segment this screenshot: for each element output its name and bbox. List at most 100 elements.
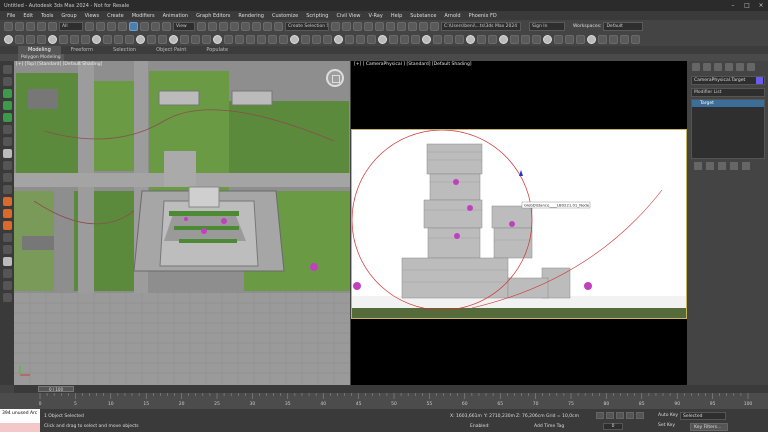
- maxscript-listener[interactable]: 394 unused Arc: [0, 409, 40, 432]
- render-setup-icon[interactable]: [408, 22, 417, 31]
- arnold-license-icon[interactable]: [587, 35, 596, 44]
- bind-spacewarp-icon[interactable]: [48, 22, 57, 31]
- place-icon[interactable]: [162, 22, 171, 31]
- extrude-icon[interactable]: [125, 35, 134, 44]
- create-tab-icon[interactable]: [692, 63, 700, 71]
- phoenix-mist-icon[interactable]: [455, 35, 464, 44]
- vray-clipper-icon[interactable]: [323, 35, 332, 44]
- menu-views[interactable]: Views: [81, 13, 103, 19]
- phoenix-liquid-icon[interactable]: [378, 35, 387, 44]
- polygon-modeling-label[interactable]: Polygon Modeling: [18, 54, 64, 61]
- menu-vray[interactable]: V-Ray: [365, 13, 387, 19]
- go-to-start-icon[interactable]: [596, 412, 604, 419]
- configure-sets-icon[interactable]: [742, 162, 750, 170]
- minimize-button[interactable]: –: [726, 2, 740, 9]
- vray-dome-icon[interactable]: [213, 35, 222, 44]
- redo-icon[interactable]: [15, 22, 24, 31]
- arnold-help-icon[interactable]: [598, 35, 607, 44]
- light-filter-icon[interactable]: [2, 113, 12, 122]
- menu-phoenix-fd[interactable]: Phoenix FD: [465, 13, 501, 19]
- tab-modeling[interactable]: Modeling: [18, 46, 61, 54]
- percent-snap-icon[interactable]: [252, 22, 261, 31]
- menu-group[interactable]: Group: [57, 13, 80, 19]
- material-editor-icon[interactable]: [397, 22, 406, 31]
- menu-civil-view[interactable]: Civil View: [332, 13, 364, 19]
- rect-selection-icon[interactable]: [107, 22, 116, 31]
- keyboard-shortcut-icon[interactable]: [219, 22, 228, 31]
- render-icon[interactable]: [430, 22, 439, 31]
- phoenix-splash-icon[interactable]: [444, 35, 453, 44]
- workspace-dropdown[interactable]: Default: [603, 22, 644, 31]
- viewcube-icon[interactable]: [326, 69, 344, 87]
- menu-customize[interactable]: Customize: [268, 13, 302, 19]
- spline-icon[interactable]: [114, 35, 123, 44]
- vray-toon-icon[interactable]: [290, 35, 299, 44]
- group-filter-icon[interactable]: [2, 161, 12, 170]
- arnold-denoise-icon[interactable]: [554, 35, 563, 44]
- arnold-volume-icon[interactable]: [521, 35, 530, 44]
- vray-sphere-icon[interactable]: [169, 35, 178, 44]
- add-time-tag-button[interactable]: Add Time Tag: [534, 424, 564, 429]
- named-selection-set-dropdown[interactable]: Create Selection Set: [285, 22, 329, 31]
- current-frame-field[interactable]: 0: [603, 423, 623, 430]
- layer-filter-icon[interactable]: [2, 233, 12, 242]
- stack-item-target[interactable]: Target: [692, 100, 764, 107]
- vray-plane-icon[interactable]: [202, 35, 211, 44]
- menu-arnold[interactable]: Arnold: [440, 13, 464, 19]
- sign-in-button[interactable]: Sign In: [529, 22, 565, 31]
- phoenix-particle-icon[interactable]: [422, 35, 431, 44]
- remove-modifier-icon[interactable]: [730, 162, 738, 170]
- selection-filter-dropdown[interactable]: All: [59, 22, 83, 31]
- vray-volume-icon[interactable]: [356, 35, 365, 44]
- vray-render-icon[interactable]: [257, 35, 266, 44]
- camera-viewport[interactable]: [+] [ CameraPhysical ] [Standard] [Defau…: [351, 61, 687, 385]
- move-icon[interactable]: [129, 22, 138, 31]
- window-crossing-icon[interactable]: [118, 22, 127, 31]
- project-path[interactable]: C:\Users\beni\...ts\3ds Max 2024: [441, 22, 521, 31]
- go-to-end-icon[interactable]: [636, 412, 644, 419]
- set-key-button[interactable]: Set Key: [658, 423, 675, 428]
- select-by-name-icon[interactable]: [96, 22, 105, 31]
- tab-selection[interactable]: Selection: [103, 46, 146, 54]
- torus-icon[interactable]: [59, 35, 68, 44]
- geometry-filter-icon[interactable]: [2, 89, 12, 98]
- camera-filter-icon[interactable]: [2, 125, 12, 134]
- maximize-button[interactable]: □: [740, 2, 754, 9]
- hierarchy-tab-icon[interactable]: [714, 63, 722, 71]
- extra-tool-icon[interactable]: [609, 35, 618, 44]
- arnold-light-icon[interactable]: [488, 35, 497, 44]
- top-viewport[interactable]: [+] [Top] [Standard] [Default Shading]: [14, 61, 350, 385]
- time-slider[interactable]: 0 / 100: [14, 385, 768, 393]
- spinner-snap-icon[interactable]: [263, 22, 272, 31]
- cylinder-icon[interactable]: [37, 35, 46, 44]
- shape-filter-icon[interactable]: [2, 101, 12, 110]
- vray-vfb-icon[interactable]: [268, 35, 277, 44]
- scale-icon[interactable]: [151, 22, 160, 31]
- teapot-icon[interactable]: [4, 35, 13, 44]
- show-end-result-icon[interactable]: [706, 162, 714, 170]
- frozen-filter-icon[interactable]: [2, 209, 12, 218]
- helper-filter-icon[interactable]: [2, 137, 12, 146]
- tab-populate[interactable]: Populate: [196, 46, 238, 54]
- rotate-icon[interactable]: [140, 22, 149, 31]
- vray-sun-icon[interactable]: [147, 35, 156, 44]
- pivot-icon[interactable]: [197, 22, 206, 31]
- arnold-sky-icon[interactable]: [499, 35, 508, 44]
- menu-rendering[interactable]: Rendering: [234, 13, 268, 19]
- vray-fur-icon[interactable]: [191, 35, 200, 44]
- plane-icon[interactable]: [70, 35, 79, 44]
- tab-freeform[interactable]: Freeform: [61, 46, 103, 54]
- vray-aerial-icon[interactable]: [334, 35, 343, 44]
- modify-tab-icon[interactable]: [703, 63, 711, 71]
- light-icon[interactable]: [92, 35, 101, 44]
- menu-edit[interactable]: Edit: [19, 13, 37, 19]
- menu-graph-editors[interactable]: Graph Editors: [192, 13, 234, 19]
- maxscript-error-line[interactable]: [0, 423, 40, 432]
- modifier-list-dropdown[interactable]: Modifier List: [691, 88, 765, 97]
- object-color-swatch[interactable]: [756, 77, 763, 84]
- make-unique-icon[interactable]: [718, 162, 726, 170]
- undo-icon[interactable]: [4, 22, 13, 31]
- vray-env-icon[interactable]: [235, 35, 244, 44]
- menu-tools[interactable]: Tools: [37, 13, 57, 19]
- reference-coord-dropdown[interactable]: View: [173, 22, 195, 31]
